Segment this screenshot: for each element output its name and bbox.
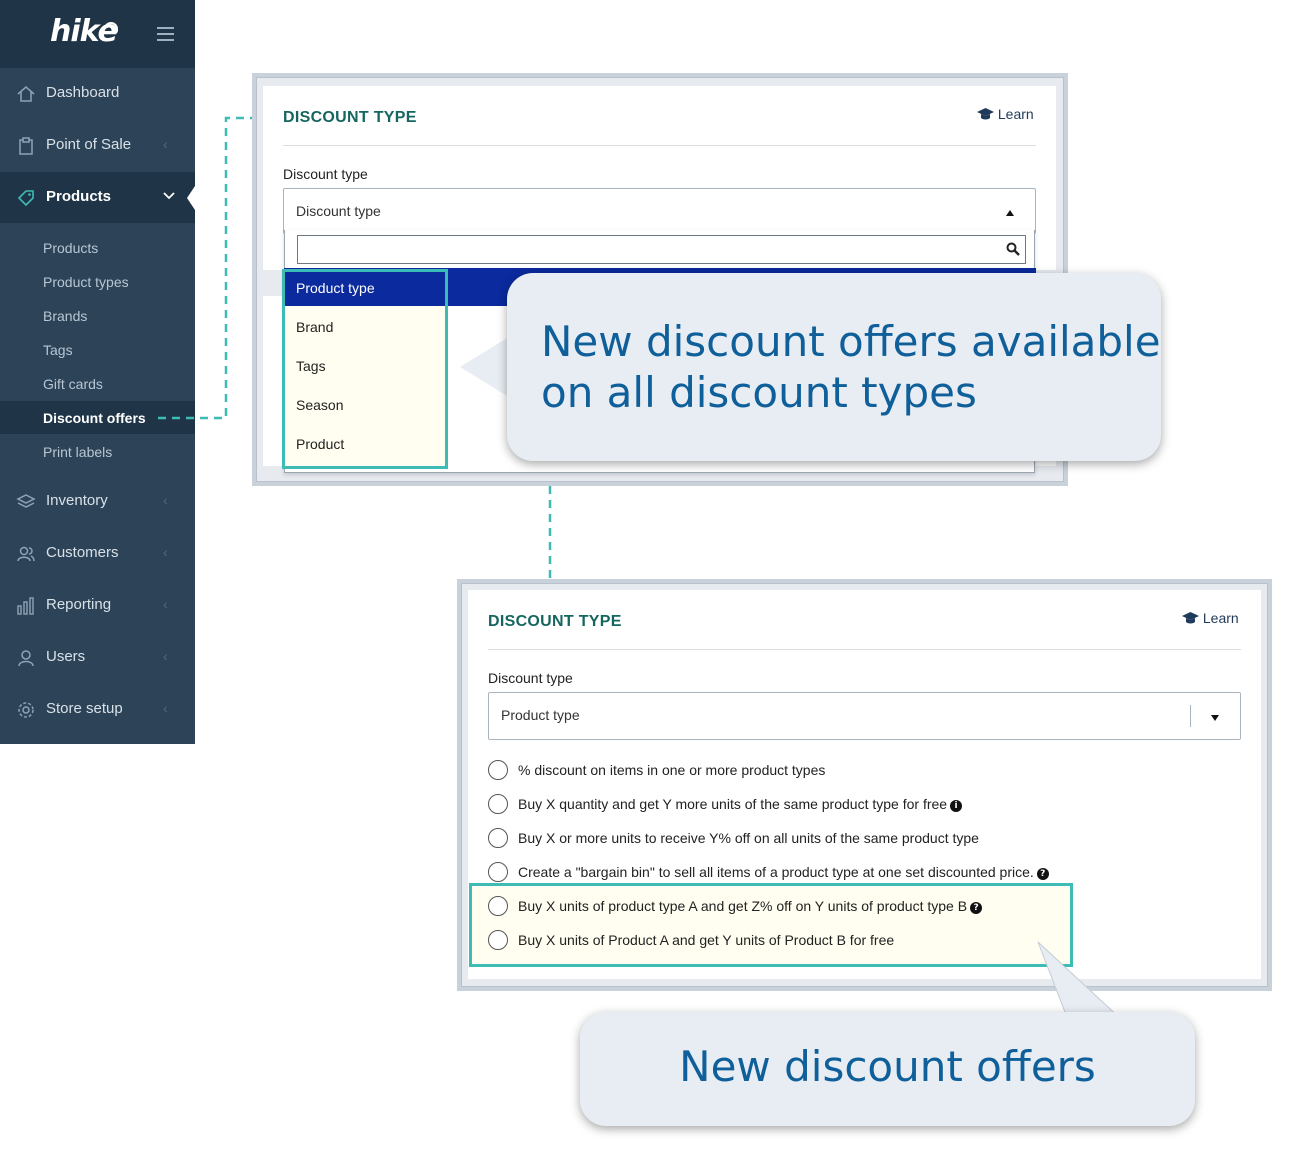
caret-down-icon: [1211, 715, 1219, 721]
select-value: Discount type: [296, 203, 381, 219]
callout-text: New discount offers: [679, 1042, 1096, 1091]
field-label: Discount type: [488, 670, 573, 686]
learn-link[interactable]: Learn: [1182, 610, 1239, 626]
new-offers-highlight-box: [469, 883, 1073, 967]
learn-label: Learn: [997, 106, 1034, 122]
callout-new-offers: New discount offers: [580, 1012, 1195, 1126]
section-title: DISCOUNT TYPE: [283, 109, 417, 126]
divider: [488, 649, 1241, 650]
learn-link[interactable]: Learn: [977, 106, 1034, 122]
field-label: Discount type: [283, 166, 368, 182]
graduation-cap-icon: [1182, 612, 1199, 624]
info-icon[interactable]: i: [950, 800, 963, 812]
dropdown-search-input[interactable]: [297, 235, 1026, 264]
callout-line-1: New discount offers available: [541, 317, 1161, 366]
search-icon: [1006, 242, 1020, 256]
learn-label: Learn: [1202, 610, 1239, 626]
select-separator: [1190, 705, 1191, 727]
caret-up-icon: [1006, 210, 1014, 216]
divider: [283, 145, 1036, 146]
discount-type-select[interactable]: Discount type: [283, 188, 1036, 234]
radio-label: Buy X or more units to receive Y% off on…: [518, 830, 979, 846]
radio-button[interactable]: [488, 794, 508, 814]
graduation-cap-icon: [977, 108, 994, 120]
radio-button[interactable]: [488, 828, 508, 848]
select-value: Product type: [501, 707, 580, 723]
radio-button[interactable]: [488, 760, 508, 780]
radio-button[interactable]: [488, 862, 508, 882]
radio-label: % discount on items in one or more produ…: [518, 762, 826, 778]
callout-line-2: on all discount types: [541, 368, 977, 417]
help-icon[interactable]: ?: [1036, 868, 1049, 880]
section-title: DISCOUNT TYPE: [488, 613, 622, 630]
radio-label: Buy X quantity and get Y more units of t…: [518, 796, 948, 812]
callout-new-offers-all-types: New discount offers available on all dis…: [507, 273, 1161, 461]
discount-type-select[interactable]: Product type: [488, 692, 1241, 740]
options-highlight-box: [282, 269, 448, 469]
radio-label: Create a "bargain bin" to sell all items…: [518, 864, 1034, 880]
